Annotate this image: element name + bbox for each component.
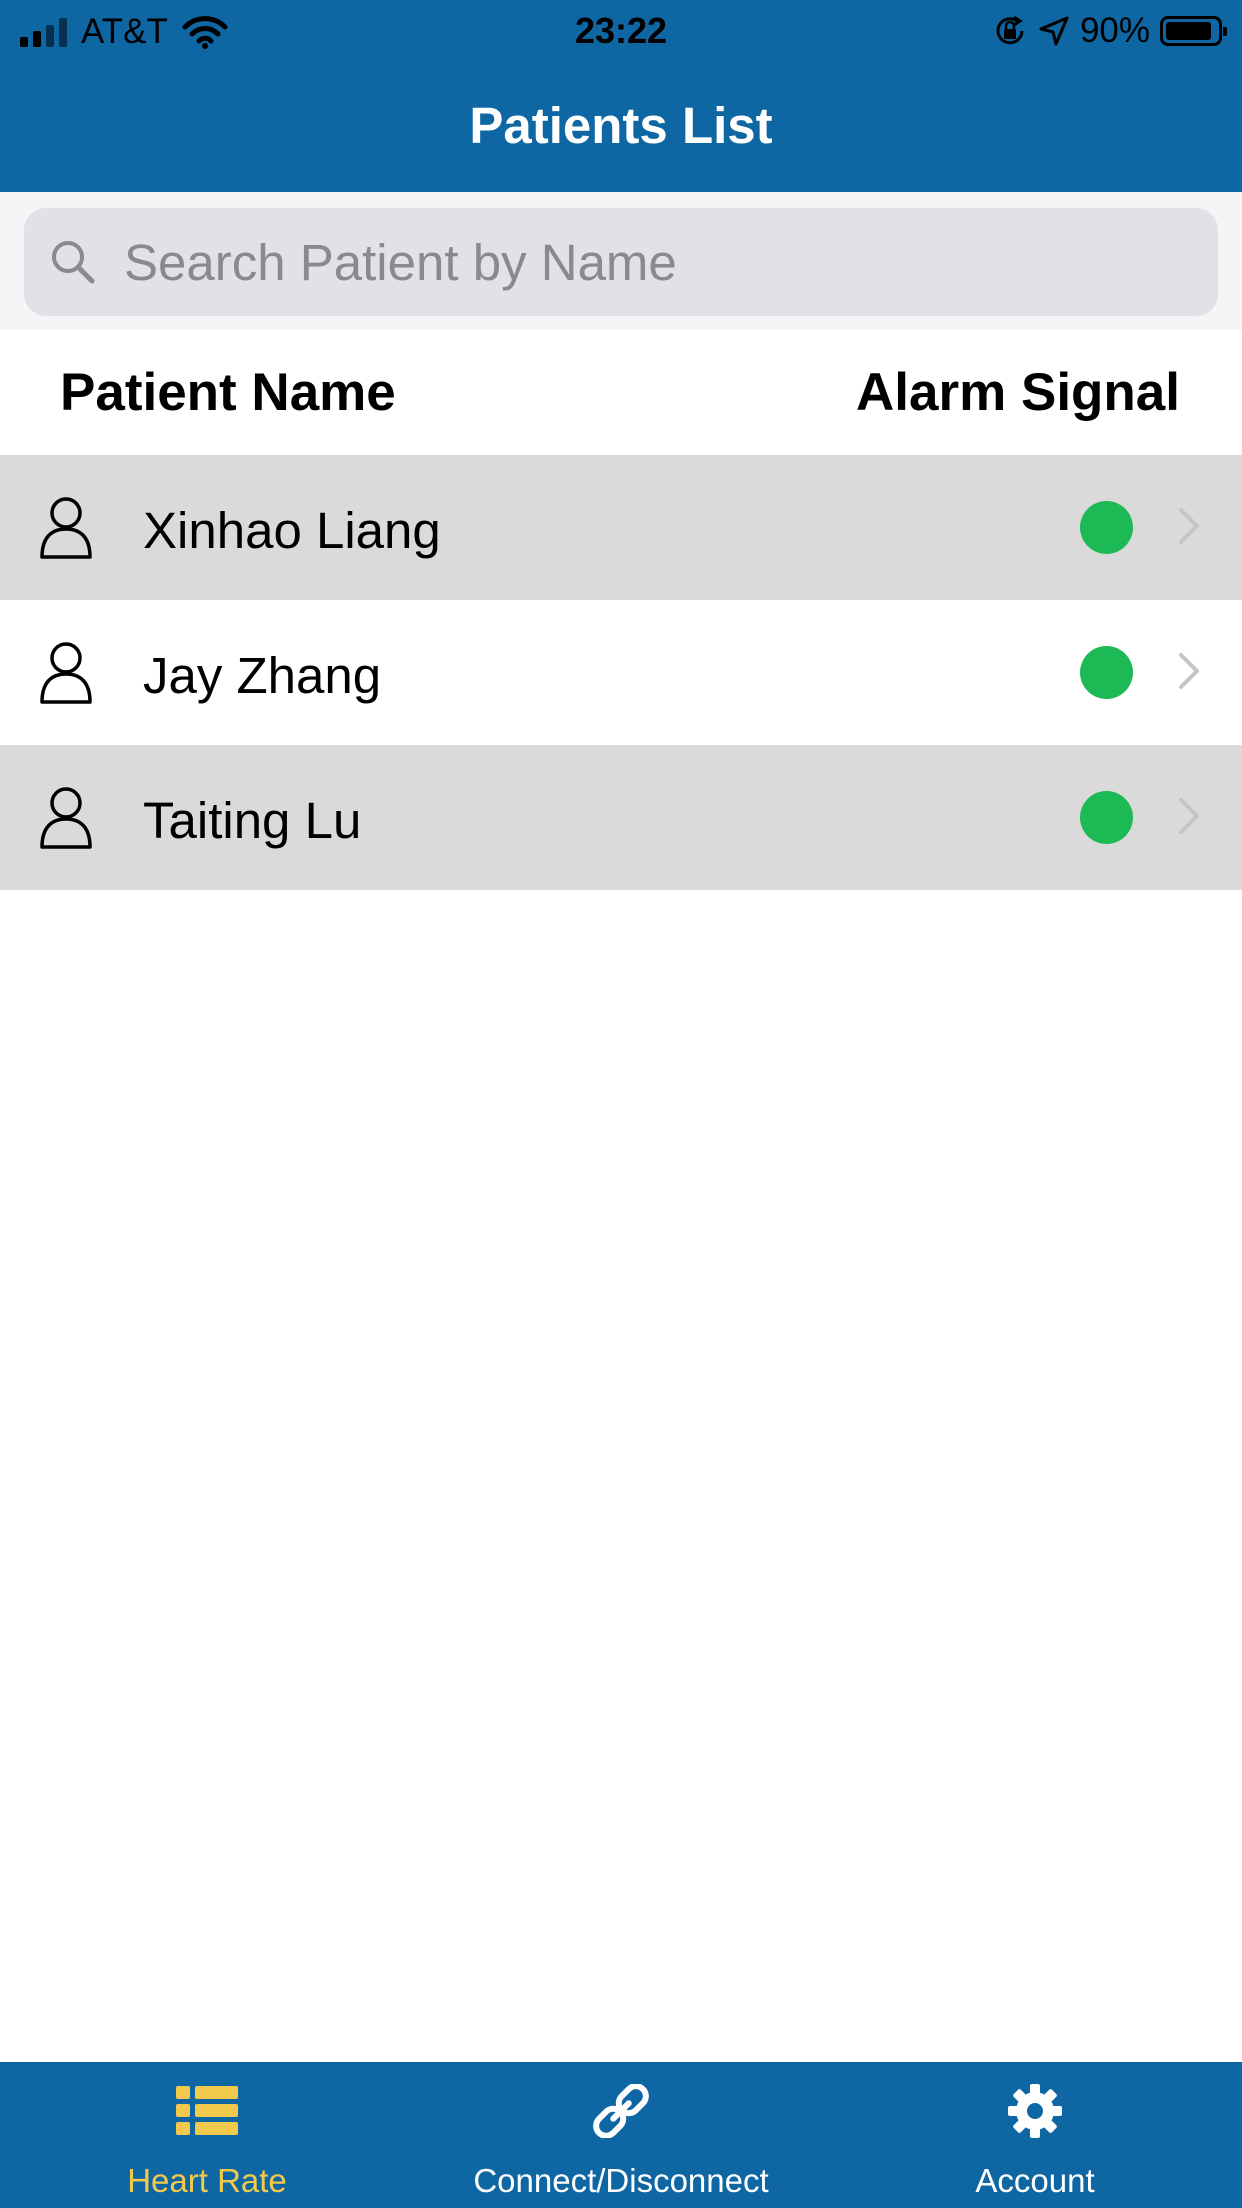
tab-connect-disconnect[interactable]: Connect/Disconnect <box>414 2062 828 2208</box>
patient-name: Jay Zhang <box>143 647 382 704</box>
alarm-signal-indicator <box>1080 646 1133 699</box>
tab-label: Account <box>975 2162 1095 2199</box>
patient-name-header: Patient Name <box>60 363 396 422</box>
app-screen: AT&T 23:22 90% Patients List Search Pati… <box>0 0 1242 2208</box>
tab-label: Connect/Disconnect <box>473 2162 769 2199</box>
top-bar: AT&T 23:22 90% Patients List <box>0 0 1242 192</box>
tab-label: Heart Rate <box>127 2162 287 2199</box>
alarm-signal-indicator <box>1080 791 1133 844</box>
status-bar: AT&T 23:22 90% <box>0 0 1242 62</box>
battery-icon <box>1160 16 1227 46</box>
battery-fill <box>1166 22 1211 40</box>
patient-list: Xinhao Liang Jay Zhang Taiting Lu <box>0 455 1242 890</box>
page-title: Patients List <box>469 97 773 154</box>
battery-percent: 90% <box>1079 11 1150 50</box>
person-icon <box>40 497 92 559</box>
search-input[interactable] <box>124 232 1124 292</box>
status-right: 90% <box>992 10 1227 52</box>
alarm-signal-header: Alarm Signal <box>856 363 1180 422</box>
patient-name: Xinhao Liang <box>143 502 441 559</box>
chevron-right-icon <box>1179 653 1199 689</box>
search-area <box>0 192 1242 330</box>
location-icon <box>1039 16 1069 46</box>
chevron-right-icon <box>1179 508 1199 544</box>
list-header: Patient Name Alarm Signal <box>0 330 1242 455</box>
patient-name: Taiting Lu <box>143 792 362 849</box>
orientation-lock-icon <box>996 15 1024 45</box>
tab-bar: Heart Rate Connect/Disconnect Account <box>0 2062 1242 2208</box>
list-icon <box>176 2086 238 2135</box>
patient-row-xinhao-liang[interactable]: Xinhao Liang <box>0 455 1242 600</box>
link-icon <box>593 2084 649 2138</box>
tab-heart-rate[interactable]: Heart Rate <box>0 2062 414 2208</box>
patient-row-taiting-lu[interactable]: Taiting Lu <box>0 745 1242 890</box>
person-icon <box>40 787 92 849</box>
alarm-signal-indicator <box>1080 501 1133 554</box>
chevron-right-icon <box>1179 798 1199 834</box>
patient-row-jay-zhang[interactable]: Jay Zhang <box>0 600 1242 745</box>
gear-icon <box>1008 2084 1062 2138</box>
search-bar[interactable] <box>24 208 1218 316</box>
search-icon <box>52 241 95 284</box>
person-icon <box>40 642 92 704</box>
tab-account[interactable]: Account <box>828 2062 1242 2208</box>
